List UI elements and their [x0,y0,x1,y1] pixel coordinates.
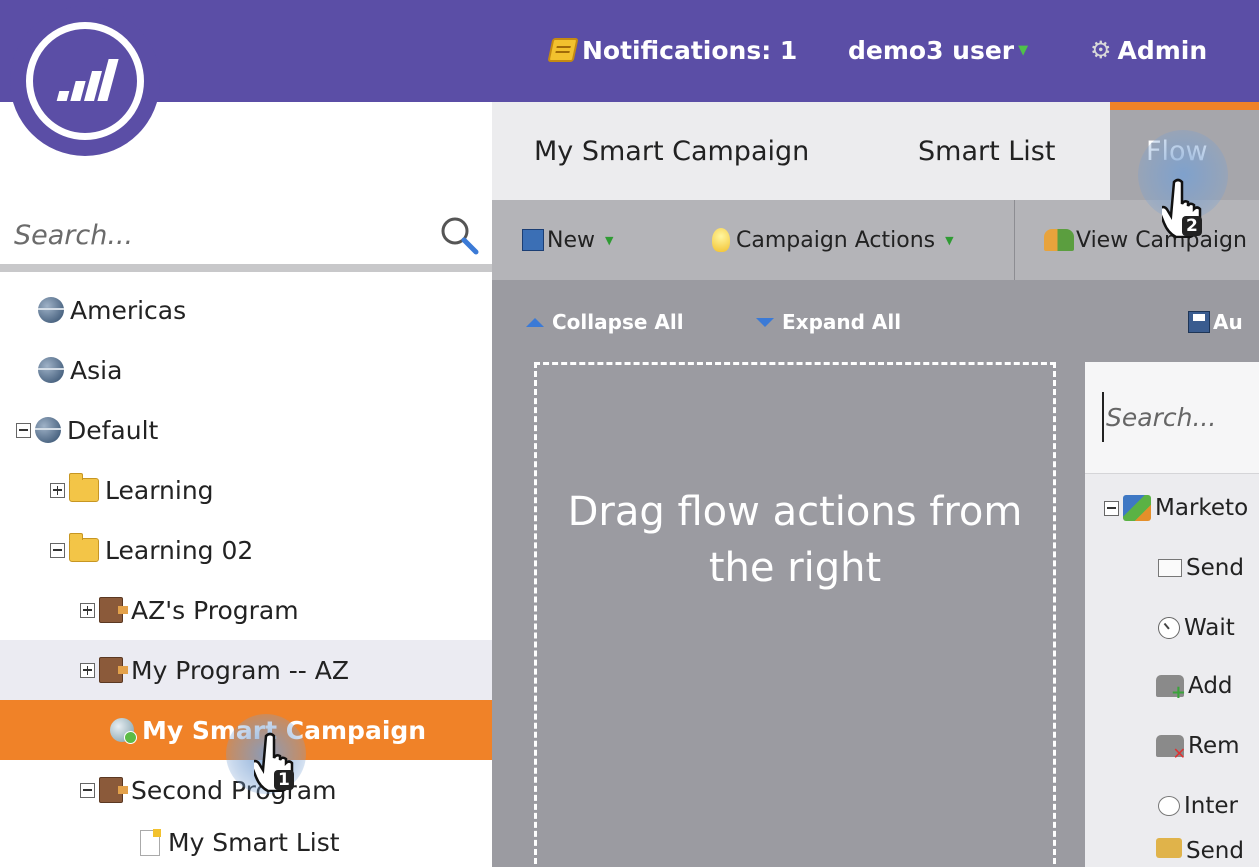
tree-item-label: My Program -- AZ [131,655,349,685]
tree-item-label: Default [67,415,159,445]
admin-label: Admin [1117,35,1208,65]
expand-icon[interactable] [80,662,95,678]
collapse-icon[interactable] [16,422,31,438]
flow-group-label: Marketo [1155,495,1249,521]
flow-action-label: Rem [1188,733,1240,759]
search-icon[interactable] [438,214,482,258]
flow-group-marketo[interactable]: Marketo [1104,486,1259,530]
collapse-icon[interactable] [50,542,65,558]
tree-item-label: Asia [70,355,123,385]
expand-icon [756,317,774,327]
flow-drop-zone[interactable] [534,362,1056,867]
people-icon [1044,229,1074,251]
folder-icon [69,533,99,562]
program-icon [99,777,128,803]
new-icon [522,229,544,251]
expand-icon[interactable] [50,482,65,498]
globe-icon [38,357,64,383]
tree-item-label: Second Program [131,775,337,805]
program-icon [99,657,128,683]
notifications-link[interactable]: Notifications: 1 [547,30,798,70]
tree-search-box [0,200,492,272]
flow-actions-search-input[interactable] [1102,392,1252,442]
tree-item-my-smart-list[interactable]: My Smart List [0,818,492,867]
expand-all-button[interactable]: Expand All [756,305,901,339]
flow-action-label: Wait [1184,615,1235,641]
marketo-logo[interactable] [10,6,160,156]
save-icon [1188,311,1210,333]
collapse-all-button[interactable]: Collapse All [526,305,684,339]
tree-item-second-program[interactable]: Second Program [0,760,492,820]
smart-list-icon [140,828,161,856]
folder-icon [69,473,99,502]
tree-item-label: Americas [70,295,187,325]
program-icon [99,597,128,623]
alert-icon [1156,838,1182,858]
tab-my-smart-campaign[interactable]: My Smart Campaign [534,102,809,200]
expand-all-label: Expand All [782,310,902,334]
campaign-actions-label: Campaign Actions [736,227,936,253]
tree-item-my-smart-campaign[interactable]: My Smart Campaign [0,700,492,760]
flow-action-add[interactable]: Add [1156,664,1259,708]
view-campaign-button[interactable]: View Campaign [1044,220,1259,260]
tree-item-label: My Smart Campaign [142,715,427,745]
tree-item-label: Learning 02 [105,535,254,565]
tree-item-americas[interactable]: Americas [0,280,492,340]
view-campaign-label: View Campaign [1076,227,1247,253]
globe-icon [38,297,64,323]
flow-action-label: Inter [1184,793,1238,819]
tree-item-learning-02[interactable]: Learning 02 [0,520,492,580]
flow-action-send-alert[interactable]: Send [1156,838,1259,867]
tree-item-asia[interactable]: Asia [0,340,492,400]
flow-action-label: Send [1186,838,1244,864]
toolbar-divider [1014,200,1015,280]
user-menu[interactable]: demo3 user ▼ [848,30,1028,70]
tree-item-label: AZ's Program [131,595,299,625]
add-person-icon [1156,675,1186,703]
notifications-label: Notifications: 1 [582,35,798,65]
flow-action-remove[interactable]: Rem [1156,724,1259,768]
new-menu-button[interactable]: New ▼ [522,220,613,260]
collapse-icon [526,317,544,327]
chevron-down-icon: ▼ [945,233,954,247]
tab-smart-list[interactable]: Smart List [918,102,1055,200]
admin-link[interactable]: ⚙ Admin [1090,30,1207,70]
lightbulb-icon [712,228,730,252]
flow-action-send-email[interactable]: Send [1158,546,1259,590]
gear-icon: ⚙ [1090,36,1112,64]
clock-icon [1158,617,1180,639]
new-label: New [547,227,595,253]
tree-item-my-program-az[interactable]: My Program -- AZ [0,640,492,700]
tree-item-learning[interactable]: Learning [0,460,492,520]
drop-zone-hint: Drag flow actions from the right [567,489,1023,591]
campaign-actions-button[interactable]: Campaign Actions ▼ [712,220,954,260]
flow-action-label: Add [1188,673,1233,699]
tab-flow[interactable]: Flow [1146,102,1208,200]
cubes-icon [1123,495,1151,521]
tree-item-label: My Smart List [168,828,340,857]
flow-action-wait[interactable]: Wait [1158,606,1259,650]
autosave-indicator: Au [1188,305,1259,339]
tree-item-default[interactable]: Default [0,400,492,460]
expand-icon[interactable] [80,602,95,618]
speech-bubble-icon [1158,796,1180,816]
email-icon [1158,559,1182,577]
flow-action-interesting-moment[interactable]: Inter [1158,784,1259,828]
collapse-all-label: Collapse All [552,310,684,334]
collapse-icon[interactable] [80,782,95,798]
chevron-down-icon: ▼ [605,233,614,247]
tree-item-label: Learning [105,475,214,505]
smart-campaign-icon [110,718,137,744]
tree-item-azs-program[interactable]: AZ's Program [0,580,492,640]
tree-search-input[interactable] [14,210,414,260]
chevron-down-icon: ▼ [1018,42,1029,58]
flow-action-label: Send [1186,555,1244,581]
user-name: demo3 user [848,35,1015,65]
collapse-icon[interactable] [1104,500,1119,516]
logo-mark-icon [26,22,144,140]
remove-person-icon [1156,735,1186,763]
globe-icon [35,417,61,443]
notes-icon [547,38,579,62]
autosave-label: Au [1213,310,1243,334]
